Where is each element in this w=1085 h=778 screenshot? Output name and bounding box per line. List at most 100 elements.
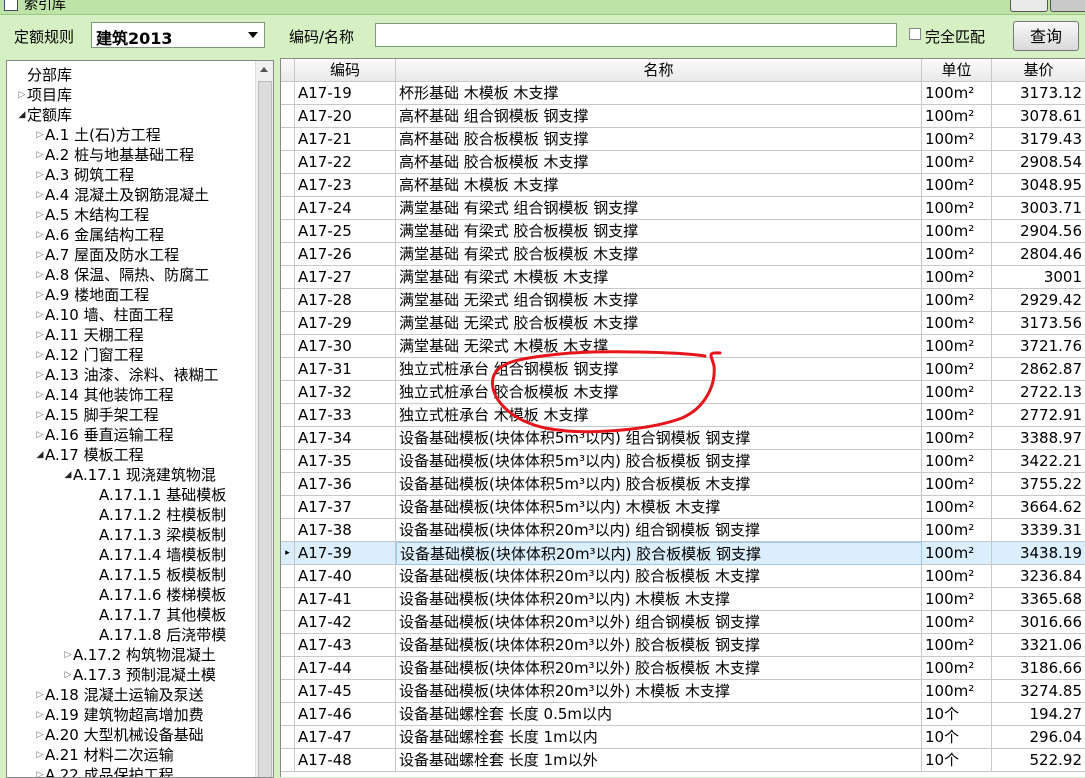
header-code[interactable]: 编码 bbox=[295, 59, 396, 82]
row-indicator[interactable] bbox=[281, 197, 295, 220]
header-unit[interactable]: 单位 bbox=[922, 59, 992, 82]
tree-node[interactable]: ▷ A.9 楼地面工程 bbox=[35, 285, 150, 305]
cell-name[interactable]: 设备基础模板(块体体积20m³以内) 胶合板模板 木支撑 bbox=[396, 565, 922, 588]
tree-node[interactable]: ▷ A.2 桩与地基基础工程 bbox=[35, 145, 195, 165]
row-indicator[interactable] bbox=[281, 427, 295, 450]
cell-code[interactable]: A17-40 bbox=[295, 565, 396, 588]
cell-name[interactable]: 满堂基础 有梁式 胶合板模板 钢支撑 bbox=[396, 220, 922, 243]
tree-node[interactable]: A.17.1.6 楼梯模板 bbox=[89, 585, 226, 605]
tree-node[interactable]: ◢ 定额库 bbox=[17, 105, 72, 125]
tree-expanded-icon[interactable]: ◢ bbox=[35, 445, 45, 465]
header-name[interactable]: 名称 bbox=[396, 59, 922, 82]
tree-node[interactable]: ▷ A.14 其他装饰工程 bbox=[35, 385, 174, 405]
tree-collapsed-icon[interactable]: ▷ bbox=[35, 265, 45, 285]
tree-collapsed-icon[interactable]: ▷ bbox=[35, 145, 45, 165]
cell-name[interactable]: 独立式桩承台 胶合板模板 木支撑 bbox=[396, 381, 922, 404]
tree-node[interactable]: ▷ 项目库 bbox=[17, 85, 72, 105]
tree-collapsed-icon[interactable]: ▷ bbox=[35, 245, 45, 265]
row-indicator[interactable] bbox=[281, 749, 295, 772]
cell-code[interactable]: A17-26 bbox=[295, 243, 396, 266]
tree-node[interactable]: ▷ A.10 墙、柱面工程 bbox=[35, 305, 174, 325]
cell-unit[interactable]: 100m² bbox=[922, 588, 992, 611]
tree-scrollbar[interactable] bbox=[255, 61, 273, 777]
cell-price[interactable]: 2722.13 bbox=[992, 381, 1085, 404]
cell-name[interactable]: 设备基础模板(块体体积20m³以外) 木模板 木支撑 bbox=[396, 680, 922, 703]
cell-code[interactable]: A17-33 bbox=[295, 404, 396, 427]
tree-node[interactable]: ▷ A.22 成品保护工程 bbox=[35, 765, 174, 777]
cell-price[interactable]: 3339.31 bbox=[992, 519, 1085, 542]
tree-node[interactable]: 分部库 bbox=[17, 65, 72, 85]
cell-price[interactable]: 3173.12 bbox=[992, 82, 1085, 105]
cell-unit[interactable]: 100m² bbox=[922, 197, 992, 220]
row-indicator[interactable] bbox=[281, 220, 295, 243]
table-row[interactable]: A17-19 杯形基础 木模板 木支撑 100m² 3173.12 bbox=[281, 82, 1085, 105]
cell-price[interactable]: 3721.76 bbox=[992, 335, 1085, 358]
row-indicator[interactable] bbox=[281, 174, 295, 197]
tree-collapsed-icon[interactable]: ▷ bbox=[35, 725, 45, 745]
tree-collapsed-icon[interactable]: ▷ bbox=[35, 345, 45, 365]
tree-node[interactable]: ▷ A.4 混凝土及钢筋混凝土 bbox=[35, 185, 210, 205]
cell-code[interactable]: A17-19 bbox=[295, 82, 396, 105]
scroll-up-icon[interactable] bbox=[260, 67, 268, 72]
table-row[interactable]: A17-23 高杯基础 木模板 木支撑 100m² 3048.95 bbox=[281, 174, 1085, 197]
cell-code[interactable]: A17-31 bbox=[295, 358, 396, 381]
cell-name[interactable]: 独立式桩承台 木模板 木支撑 bbox=[396, 404, 922, 427]
tree-node[interactable]: A.17.1.4 墙模板制 bbox=[89, 545, 226, 565]
row-indicator[interactable] bbox=[281, 151, 295, 174]
table-row[interactable]: A17-33 独立式桩承台 木模板 木支撑 100m² 2772.91 bbox=[281, 404, 1085, 427]
tree-collapsed-icon[interactable]: ▷ bbox=[35, 185, 45, 205]
cell-name[interactable]: 设备基础螺栓套 长度 1m以内 bbox=[396, 726, 922, 749]
cell-code[interactable]: A17-20 bbox=[295, 105, 396, 128]
cell-unit[interactable]: 100m² bbox=[922, 381, 992, 404]
table-row[interactable]: A17-45 设备基础模板(块体体积20m³以外) 木模板 木支撑 100m² 327… bbox=[281, 680, 1085, 703]
table-row[interactable]: A17-43 设备基础模板(块体体积20m³以外) 胶合板模板 钢支撑 100m² 3… bbox=[281, 634, 1085, 657]
exact-match-checkbox[interactable] bbox=[909, 28, 921, 40]
cell-price[interactable]: 3755.22 bbox=[992, 473, 1085, 496]
cell-name[interactable]: 杯形基础 木模板 木支撑 bbox=[396, 82, 922, 105]
row-indicator[interactable] bbox=[281, 450, 295, 473]
cell-price[interactable]: 3186.66 bbox=[992, 657, 1085, 680]
table-row[interactable]: ▸ A17-39 设备基础模板(块体体积20m³以内) 胶合板模板 钢支撑 100m²… bbox=[281, 542, 1085, 565]
tree-collapsed-icon[interactable]: ▷ bbox=[35, 705, 45, 725]
cell-price[interactable]: 3001 bbox=[992, 266, 1085, 289]
cell-price[interactable]: 2862.87 bbox=[992, 358, 1085, 381]
query-button[interactable]: 查询 bbox=[1013, 21, 1079, 51]
table-row[interactable]: A17-37 设备基础模板(块体体积5m³以内) 木模板 木支撑 100m² 3664… bbox=[281, 496, 1085, 519]
table-row[interactable]: A17-47 设备基础螺栓套 长度 1m以内 10个 296.04 bbox=[281, 726, 1085, 749]
cell-price[interactable]: 3236.84 bbox=[992, 565, 1085, 588]
tree-collapsed-icon[interactable]: ▷ bbox=[35, 305, 45, 325]
cell-name[interactable]: 设备基础模板(块体体积5m³以内) 胶合板模板 钢支撑 bbox=[396, 450, 922, 473]
table-row[interactable]: A17-21 高杯基础 胶合板模板 钢支撑 100m² 3179.43 bbox=[281, 128, 1085, 151]
table-row[interactable]: A17-31 独立式桩承台 组合钢模板 钢支撑 100m² 2862.87 bbox=[281, 358, 1085, 381]
row-indicator[interactable] bbox=[281, 611, 295, 634]
table-row[interactable]: A17-46 设备基础螺栓套 长度 0.5m以内 10个 194.27 bbox=[281, 703, 1085, 726]
cell-code[interactable]: A17-38 bbox=[295, 519, 396, 542]
cell-unit[interactable]: 100m² bbox=[922, 519, 992, 542]
row-indicator[interactable] bbox=[281, 657, 295, 680]
cell-price[interactable]: 2904.56 bbox=[992, 220, 1085, 243]
cell-code[interactable]: A17-29 bbox=[295, 312, 396, 335]
tree-node[interactable]: A.17.1.2 柱模板制 bbox=[89, 505, 226, 525]
cell-price[interactable]: 2908.54 bbox=[992, 151, 1085, 174]
cell-name[interactable]: 满堂基础 无梁式 木模板 木支撑 bbox=[396, 335, 922, 358]
code-name-input[interactable] bbox=[375, 23, 897, 47]
row-indicator[interactable]: ▸ bbox=[281, 542, 295, 565]
tree-node[interactable]: ▷ A.8 保温、隔热、防腐工 bbox=[35, 265, 210, 285]
row-indicator[interactable] bbox=[281, 496, 295, 519]
tree-node[interactable]: ▷ A.5 木结构工程 bbox=[35, 205, 150, 225]
cell-price[interactable]: 3003.71 bbox=[992, 197, 1085, 220]
row-indicator[interactable] bbox=[281, 266, 295, 289]
cell-code[interactable]: A17-23 bbox=[295, 174, 396, 197]
cell-name[interactable]: 设备基础螺栓套 长度 1m以外 bbox=[396, 749, 922, 772]
tree-node[interactable]: ▷ A.20 大型机械设备基础 bbox=[35, 725, 204, 745]
cell-name[interactable]: 设备基础模板(块体体积5m³以内) 组合钢模板 钢支撑 bbox=[396, 427, 922, 450]
tree-collapsed-icon[interactable]: ▷ bbox=[35, 225, 45, 245]
cell-code[interactable]: A17-48 bbox=[295, 749, 396, 772]
cell-unit[interactable]: 100m² bbox=[922, 473, 992, 496]
cell-unit[interactable]: 10个 bbox=[922, 726, 992, 749]
cell-price[interactable]: 296.04 bbox=[992, 726, 1085, 749]
row-indicator[interactable] bbox=[281, 381, 295, 404]
tree-collapsed-icon[interactable]: ▷ bbox=[35, 165, 45, 185]
row-indicator[interactable] bbox=[281, 358, 295, 381]
cell-code[interactable]: A17-45 bbox=[295, 680, 396, 703]
